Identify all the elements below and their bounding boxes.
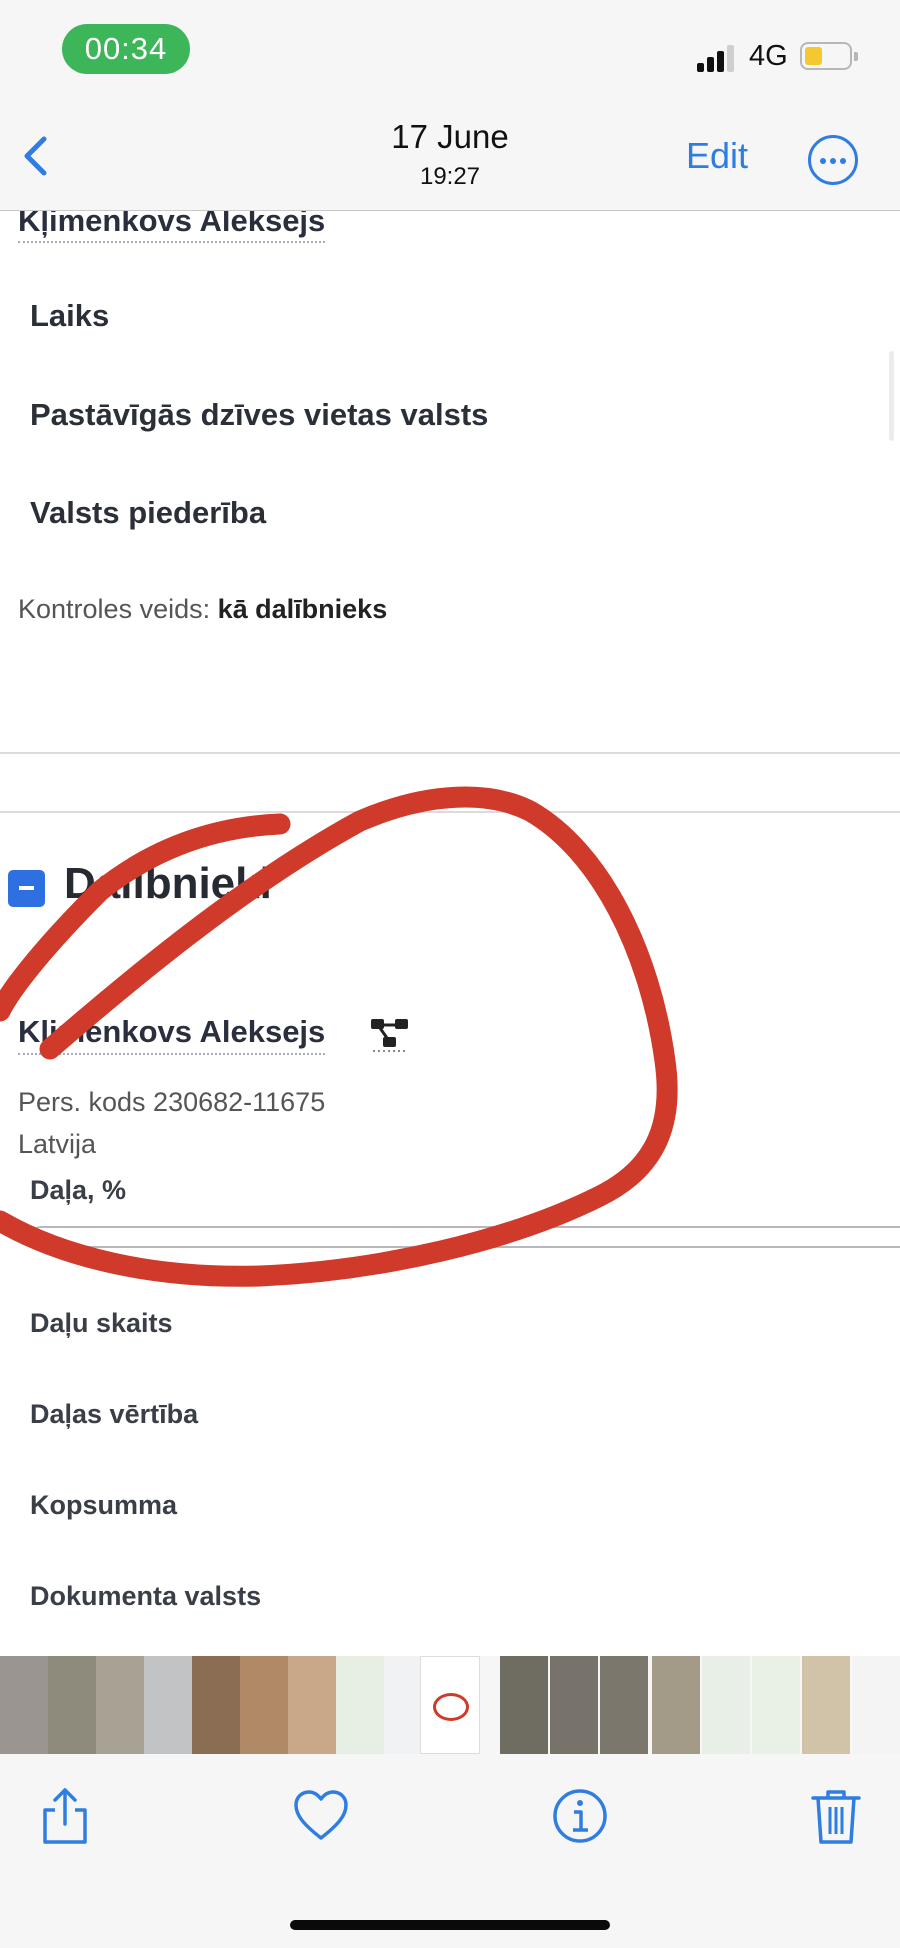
photo-thumbnail[interactable] (702, 1656, 750, 1754)
field-label-residence-country: Pastāvīgās dzīves vietas valsts (30, 397, 489, 432)
battery-icon (800, 42, 858, 70)
favorite-button[interactable] (291, 1786, 351, 1846)
photo-thumbnail[interactable] (48, 1656, 96, 1754)
home-indicator[interactable] (290, 1920, 610, 1930)
share-button[interactable] (35, 1786, 95, 1846)
section-divider (0, 811, 900, 813)
edit-button[interactable]: Edit (686, 135, 748, 177)
field-label-share-percent: Daļa, % (30, 1175, 127, 1205)
delete-button[interactable] (806, 1786, 866, 1846)
share-percent-field[interactable] (30, 1226, 900, 1248)
member-country: Latvija (18, 1129, 97, 1159)
control-type-value: kā dalībnieks (217, 594, 388, 624)
info-button[interactable] (550, 1786, 610, 1846)
field-label-share-count: Daļu skaits (30, 1308, 173, 1338)
photo-thumbnail[interactable] (288, 1656, 336, 1754)
photo-thumbnail[interactable] (144, 1656, 192, 1754)
scrollbar[interactable] (889, 351, 894, 441)
status-bar: 00:34 4G (0, 0, 900, 105)
photo-thumbnail[interactable] (192, 1656, 240, 1754)
field-label-nationality: Valsts piederība (30, 495, 267, 530)
nav-bar: 17 June 19:27 Edit (0, 105, 900, 211)
photo-thumbnail[interactable] (802, 1656, 850, 1754)
photo-time: 19:27 (419, 163, 481, 190)
field-label-document-country: Dokumenta valsts (30, 1581, 262, 1611)
status-time[interactable]: 00:34 (62, 24, 190, 74)
photo-thumbnail[interactable] (550, 1656, 598, 1754)
share-icon (43, 1788, 87, 1844)
member-personal-code: Pers. kods 230682-11675 (18, 1087, 326, 1117)
collapse-section-button[interactable] (8, 870, 45, 907)
more-button[interactable] (808, 135, 858, 185)
photo-thumbnail[interactable] (500, 1656, 548, 1754)
field-label-share-value: Daļas vērtība (30, 1399, 199, 1429)
cellular-signal-icon (697, 44, 737, 72)
owner-name-link[interactable]: Kļimenkovs Aleksejs (18, 211, 326, 243)
photo-date: 17 June (391, 118, 509, 155)
section-divider (0, 752, 900, 754)
network-type: 4G (749, 40, 788, 72)
photo-thumbnail[interactable] (336, 1656, 384, 1754)
photo-thumbnail[interactable] (0, 1656, 48, 1754)
bottom-toolbar (0, 1754, 900, 1948)
photo-thumbnail[interactable] (652, 1656, 700, 1754)
control-type-label: Kontroles veids: (18, 594, 211, 624)
member-name-link[interactable]: Kļimenkovs Aleksejs (18, 1011, 326, 1055)
field-label-total: Kopsumma (30, 1490, 178, 1520)
photo-content[interactable]: Kļimenkovs Aleksejs Laiks Pastāvīgās dzī… (0, 211, 900, 1656)
network-graph-icon[interactable] (370, 1017, 410, 1053)
thumbnail-strip[interactable] (0, 1656, 900, 1754)
photo-thumbnail[interactable] (240, 1656, 288, 1754)
control-type: Kontroles veids: kā dalībnieks (18, 594, 387, 625)
info-icon (553, 1789, 607, 1843)
photo-thumbnail[interactable] (852, 1656, 900, 1754)
trash-icon (811, 1790, 861, 1844)
photo-thumbnail[interactable] (96, 1656, 144, 1754)
heart-icon (294, 1790, 348, 1840)
field-label-time: Laiks (30, 298, 110, 333)
photo-thumbnail[interactable] (752, 1656, 800, 1754)
photo-thumbnail[interactable] (600, 1656, 648, 1754)
section-title: Dalībnieki (64, 859, 272, 908)
photo-thumbnail-selected[interactable] (420, 1656, 480, 1754)
